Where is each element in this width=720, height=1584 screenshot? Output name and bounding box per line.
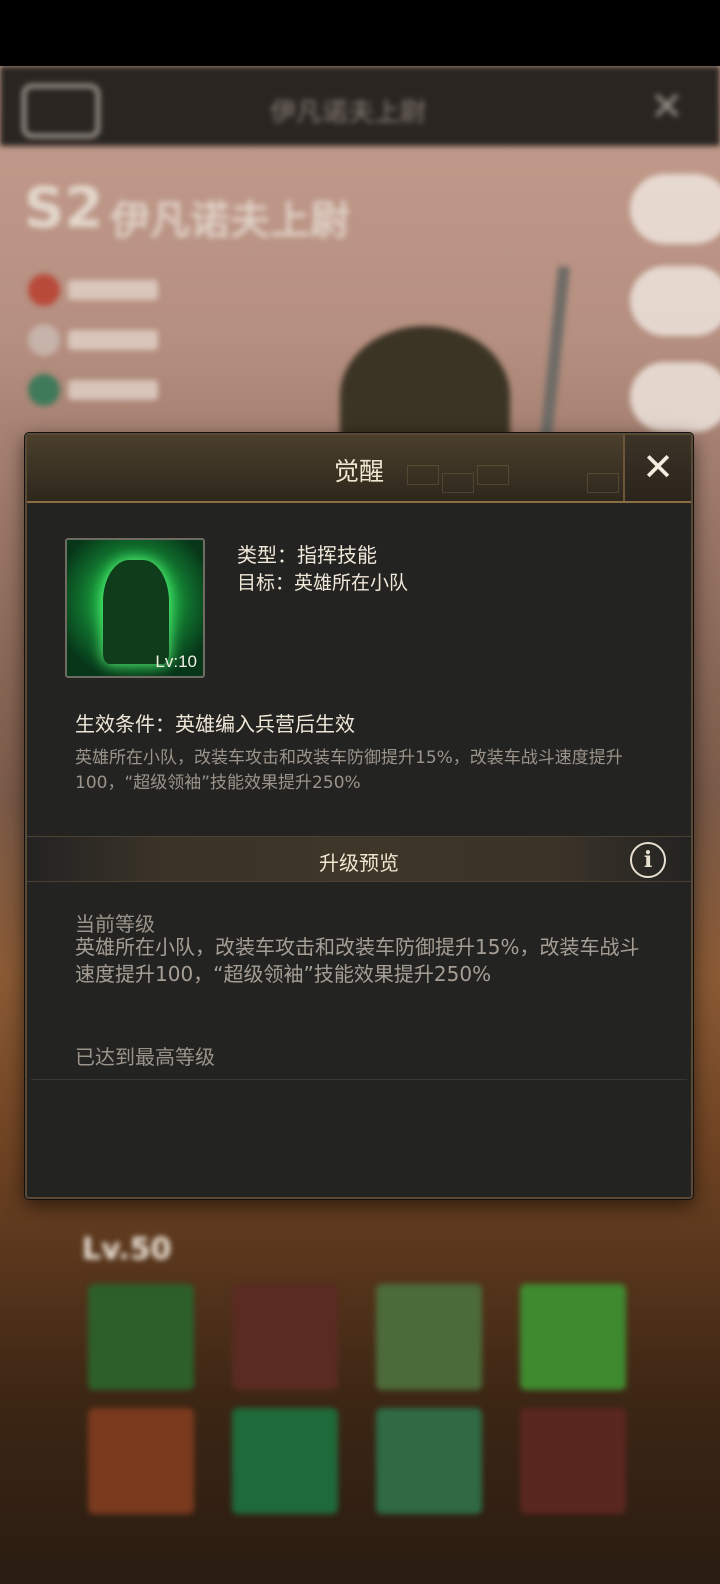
bg-chip [28, 324, 168, 358]
bg-button [630, 174, 720, 244]
bg-header-title: 伊凡诺夫上尉 [270, 98, 427, 128]
bg-hero-tier: S2 [24, 176, 104, 241]
bg-skill-tile [232, 1284, 338, 1390]
effect-condition-description: 英雄所在小队，改装车攻击和改装车防御提升15%，改装车战斗速度提升100，“超级… [75, 748, 623, 793]
bg-header: 伊凡诺夫上尉 ✕ [0, 66, 720, 146]
bg-skill-tile [520, 1284, 626, 1390]
skill-target: 目标：英雄所在小队 [237, 572, 409, 594]
dialog-title: 觉醒 [333, 457, 384, 486]
awakening-dialog: 觉醒 ✕ Lv:10 类型：指挥技能 目标：英雄所在小队 生效条件：英雄编入兵营… [25, 433, 693, 1199]
bg-chip [28, 374, 168, 408]
bg-skill-tile [88, 1408, 194, 1514]
bg-hero-level: Lv.50 [82, 1232, 172, 1267]
bg-close-icon: ✕ [650, 84, 684, 130]
max-level-text: 已达到最高等级 [75, 1045, 215, 1069]
skill-type: 类型：指挥技能 [237, 543, 377, 567]
status-bar [0, 0, 720, 66]
soldier-icon [103, 560, 169, 664]
bg-skill-tile [376, 1408, 482, 1514]
bg-skill-tile [376, 1284, 482, 1390]
back-icon [22, 84, 100, 138]
skill-level-badge: Lv:10 [155, 652, 197, 671]
bg-skill-tile [88, 1284, 194, 1390]
bg-skill-tile [232, 1408, 338, 1514]
close-button[interactable]: ✕ [623, 435, 691, 501]
bg-button [630, 362, 720, 432]
bg-skill-tile [520, 1408, 626, 1514]
effect-condition-title: 生效条件：英雄编入兵营后生效 [75, 712, 355, 736]
bg-button [630, 266, 720, 336]
dialog-header: 觉醒 ✕ [27, 435, 691, 503]
current-level-label: 当前等级 [75, 912, 155, 936]
skill-icon: Lv:10 [65, 538, 205, 678]
close-icon: ✕ [642, 445, 674, 489]
upgrade-preview-title: 升级预览 [319, 851, 399, 875]
upgrade-preview-header: 升级预览 i [27, 836, 691, 882]
bg-hero-name: 伊凡诺夫上尉 [110, 198, 350, 244]
divider [31, 1079, 687, 1080]
current-level-description: 英雄所在小队，改装车攻击和改装车防御提升15%，改装车战斗速度提升100，“超级… [75, 935, 640, 986]
info-icon[interactable]: i [630, 842, 666, 878]
bg-chip [28, 274, 168, 308]
